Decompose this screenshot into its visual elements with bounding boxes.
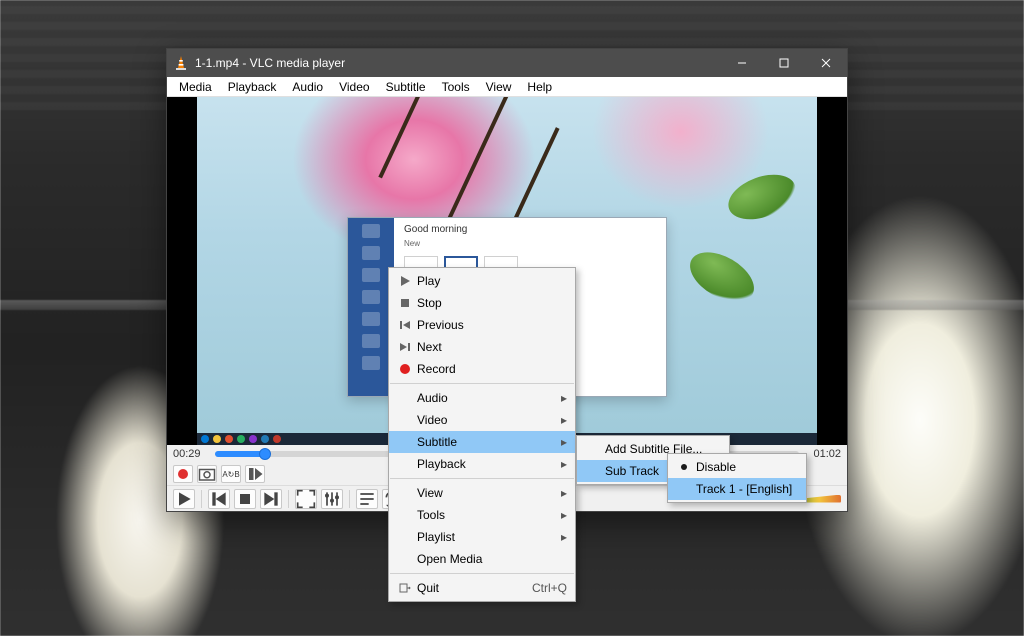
ctx-divider [390, 383, 574, 384]
ctx-label: Tools [415, 508, 561, 522]
ctx-label: Playback [415, 457, 561, 471]
ctx-audio[interactable]: Audio▸ [389, 387, 575, 409]
ctx-label: Quit [415, 581, 516, 595]
ctx-video[interactable]: Video▸ [389, 409, 575, 431]
menu-video[interactable]: Video [331, 78, 377, 96]
record-button[interactable] [173, 465, 193, 483]
ctx-previous[interactable]: Previous [389, 314, 575, 336]
next-icon [395, 341, 415, 353]
snapshot-button[interactable] [197, 465, 217, 483]
titlebar[interactable]: 1-1.mp4 - VLC media player [167, 49, 847, 77]
next-button[interactable] [260, 489, 282, 509]
ctx-label: Record [415, 362, 567, 376]
elapsed-time[interactable]: 00:29 [173, 448, 209, 460]
ctx-label: Subtitle [415, 435, 561, 449]
ctx-label: Next [415, 340, 567, 354]
stop-button[interactable] [234, 489, 256, 509]
submenu-arrow-icon: ▸ [561, 530, 567, 544]
ctx-label: Video [415, 413, 561, 427]
menu-subtitle[interactable]: Subtitle [378, 78, 434, 96]
menu-view[interactable]: View [478, 78, 520, 96]
context-menu: Play Stop Previous Next Record Audio▸ Vi… [388, 267, 576, 602]
submenu-arrow-icon: ▸ [561, 508, 567, 522]
ctx-play[interactable]: Play [389, 270, 575, 292]
separator [349, 490, 350, 508]
ctx-open-media[interactable]: Open Media [389, 548, 575, 570]
submenu-arrow-icon: ▸ [561, 435, 567, 449]
prev-button[interactable] [208, 489, 230, 509]
ctx-next[interactable]: Next [389, 336, 575, 358]
quit-icon [395, 582, 415, 594]
stop-icon [395, 297, 415, 309]
ctx-playback[interactable]: Playback▸ [389, 453, 575, 475]
menu-audio[interactable]: Audio [284, 78, 331, 96]
ctx-quit[interactable]: Quit Ctrl+Q [389, 577, 575, 599]
ctx-label: Previous [415, 318, 567, 332]
menu-help[interactable]: Help [519, 78, 560, 96]
ctx-label: Play [415, 274, 567, 288]
maximize-button[interactable] [763, 49, 805, 77]
frame-step-button[interactable] [245, 465, 265, 483]
window-title: 1-1.mp4 - VLC media player [195, 56, 721, 70]
subtrack-submenu: Disable Track 1 - [English] [667, 453, 807, 503]
minimize-button[interactable] [721, 49, 763, 77]
vlc-cone-icon [173, 55, 189, 71]
ctx-divider [390, 478, 574, 479]
record-icon [395, 364, 415, 374]
separator [288, 490, 289, 508]
ctx-label: View [415, 486, 561, 500]
submenu-arrow-icon: ▸ [561, 391, 567, 405]
submenu-arrow-icon: ▸ [561, 486, 567, 500]
ctx-label: Disable [694, 460, 798, 474]
submenu-arrow-icon: ▸ [561, 457, 567, 471]
loop-ab-button[interactable]: A↻B [221, 465, 241, 483]
ctx-label: Open Media [415, 552, 567, 566]
submenu-arrow-icon: ▸ [561, 413, 567, 427]
menu-tools[interactable]: Tools [434, 78, 478, 96]
ctx-subtrack-disable[interactable]: Disable [668, 456, 806, 478]
ctx-playlist[interactable]: Playlist▸ [389, 526, 575, 548]
ctx-label: Track 1 - [English] [694, 482, 798, 496]
radio-selected-icon [674, 464, 694, 470]
word-greeting: Good morning [404, 224, 656, 235]
ext-settings-button[interactable] [321, 489, 343, 509]
fullscreen-button[interactable] [295, 489, 317, 509]
ctx-subtrack-track1[interactable]: Track 1 - [English] [668, 478, 806, 500]
ctx-record[interactable]: Record [389, 358, 575, 380]
play-button[interactable] [173, 489, 195, 509]
separator [201, 490, 202, 508]
ctx-subtitle[interactable]: Subtitle▸ [389, 431, 575, 453]
menu-media[interactable]: Media [171, 78, 220, 96]
menubar: Media Playback Audio Video Subtitle Tool… [167, 77, 847, 97]
previous-icon [395, 319, 415, 331]
ctx-stop[interactable]: Stop [389, 292, 575, 314]
ctx-tools[interactable]: Tools▸ [389, 504, 575, 526]
ctx-divider [390, 573, 574, 574]
play-icon [395, 275, 415, 287]
ctx-label: Audio [415, 391, 561, 405]
total-time[interactable]: 01:02 [805, 448, 841, 460]
close-button[interactable] [805, 49, 847, 77]
ctx-label: Stop [415, 296, 567, 310]
ctx-label: Playlist [415, 530, 561, 544]
menu-playback[interactable]: Playback [220, 78, 285, 96]
ctx-accelerator: Ctrl+Q [516, 581, 567, 595]
playlist-button[interactable] [356, 489, 378, 509]
ctx-view[interactable]: View▸ [389, 482, 575, 504]
word-section-new: New [404, 239, 656, 248]
